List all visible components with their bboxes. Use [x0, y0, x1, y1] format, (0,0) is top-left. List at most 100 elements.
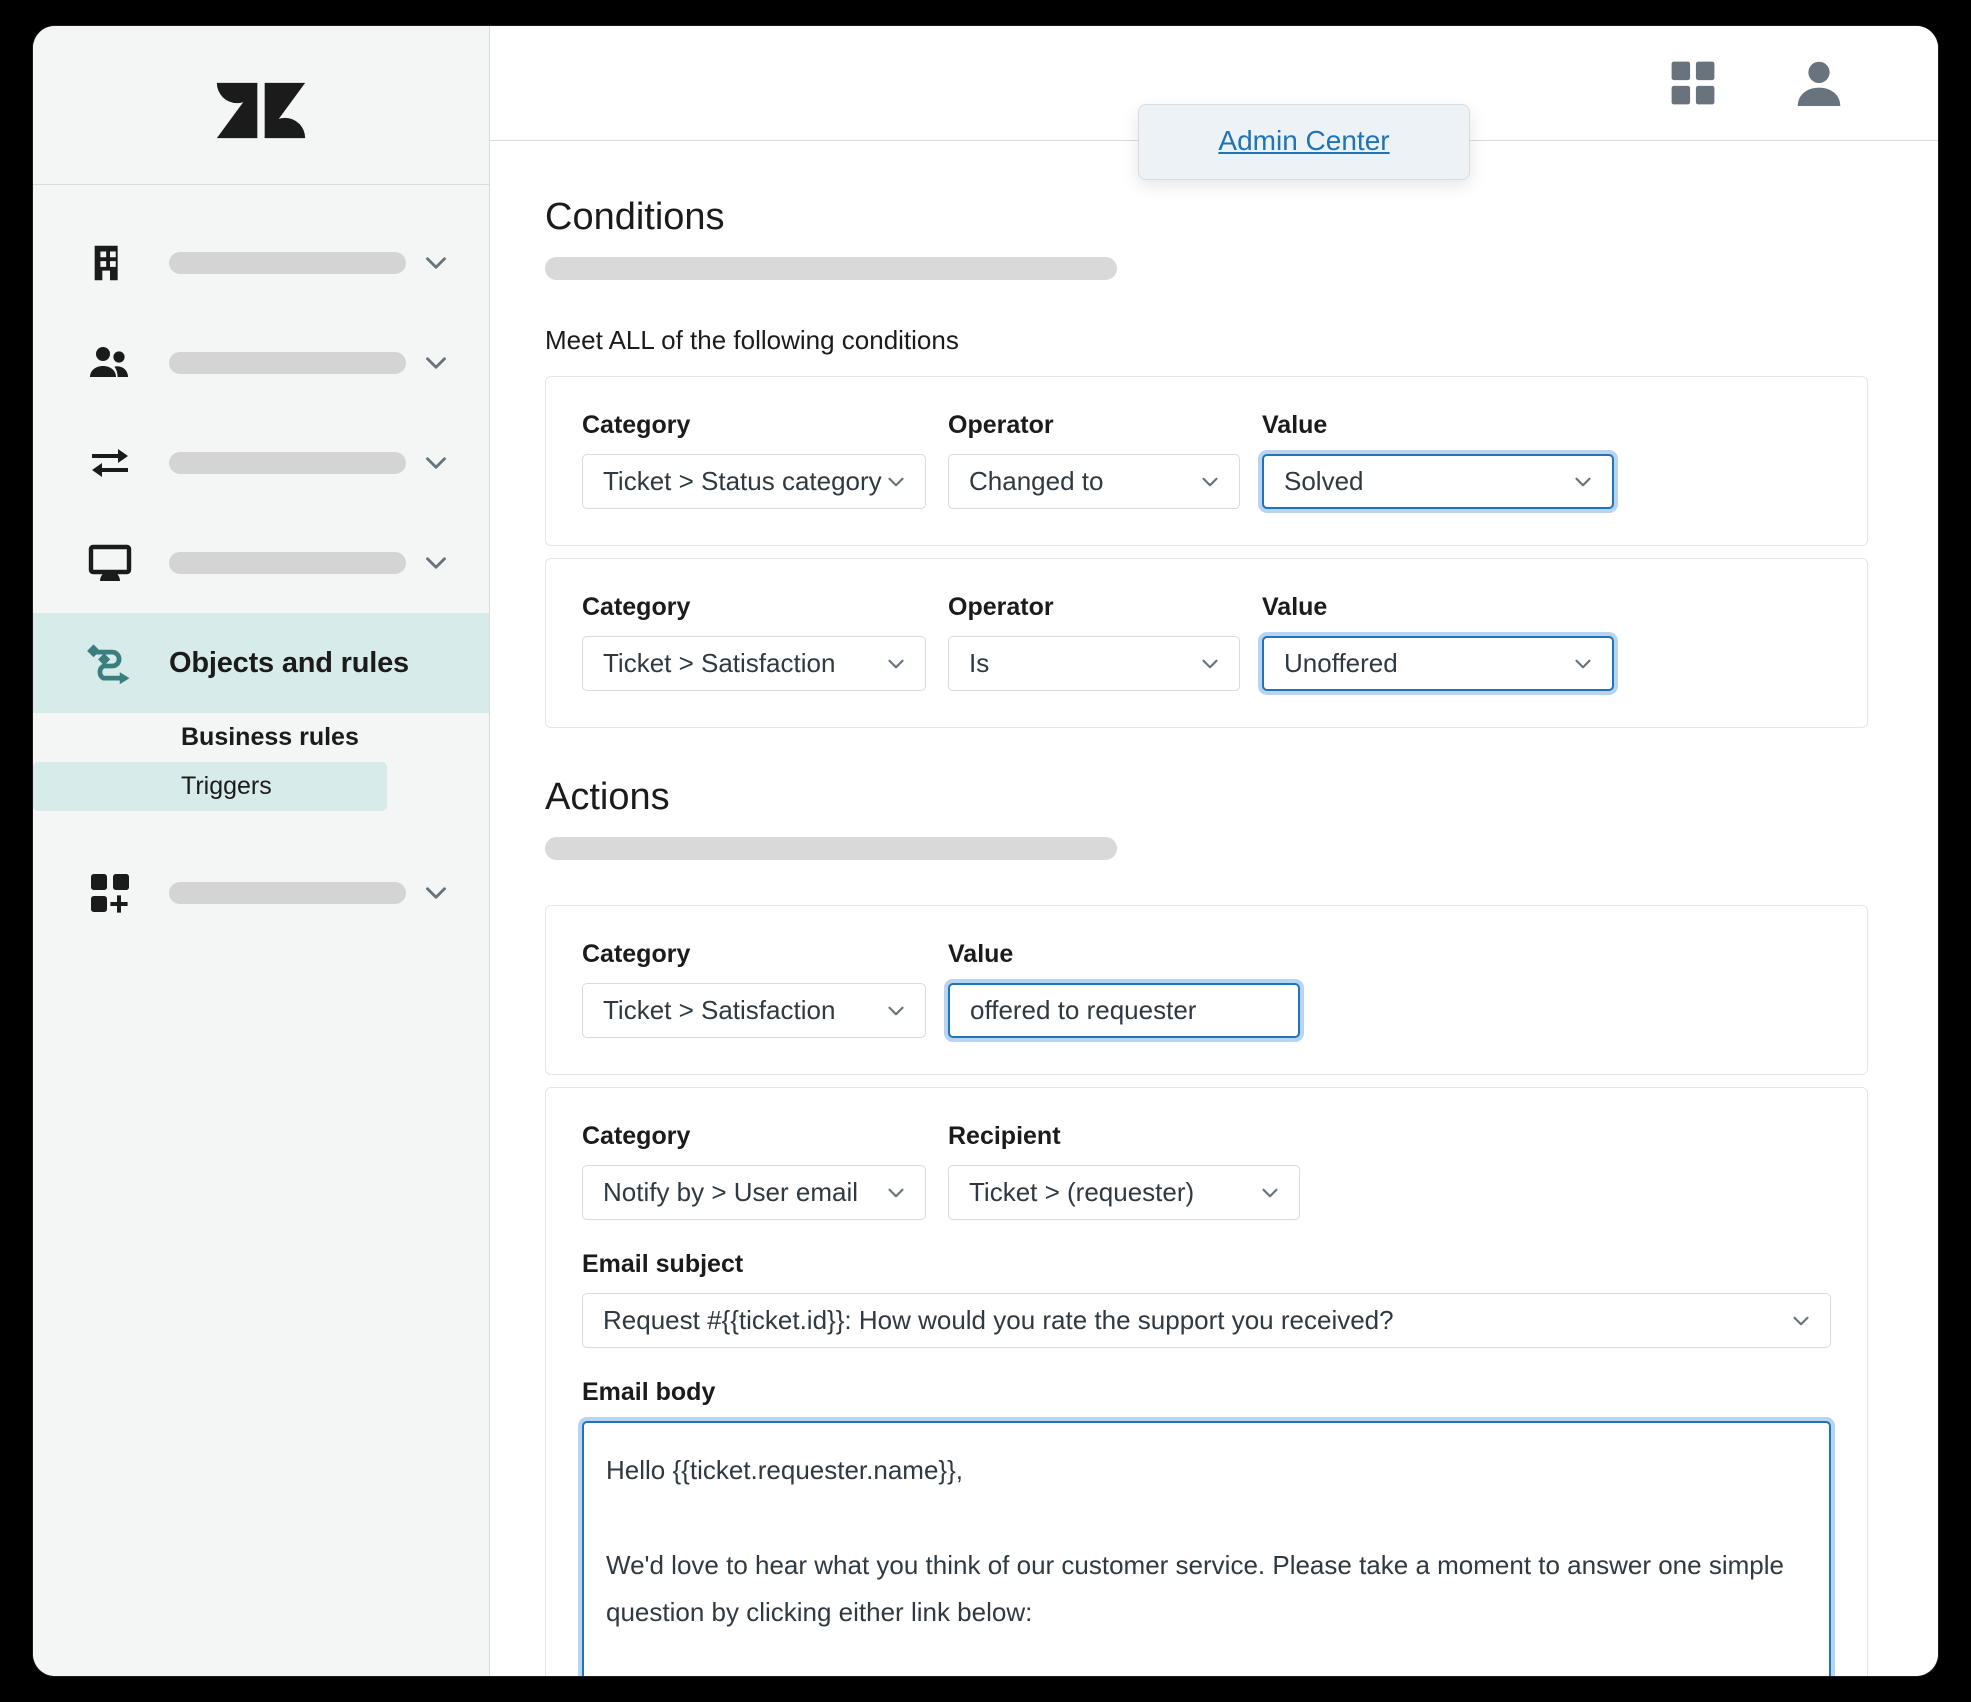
condition-row: Category Ticket > Satisfaction Operator [545, 558, 1868, 728]
apps-add-icon [81, 869, 139, 917]
meet-all-conditions-label: Meet ALL of the following conditions [545, 325, 959, 355]
admin-center-menu-item[interactable]: Admin Center [1139, 105, 1469, 179]
screenshot-root: Objects and rules Business rules Trigger… [0, 0, 1971, 1702]
condition-category-value: Ticket > Status category [603, 466, 882, 496]
monitor-icon [81, 539, 139, 587]
email-body-textarea[interactable]: Hello {{ticket.requester.name}}, We'd lo… [582, 1421, 1831, 1676]
action-row: Category Ticket > Satisfaction Value off… [545, 905, 1868, 1075]
action-category-value: Ticket > Satisfaction [603, 995, 836, 1025]
condition-value-field: Value Unoffered [1262, 593, 1614, 691]
condition-row: Category Ticket > Status category Operat… [545, 376, 1868, 546]
chevron-down-icon [883, 651, 909, 677]
condition-operator-select[interactable]: Is [948, 636, 1240, 691]
chevron-down-icon[interactable] [419, 246, 453, 280]
grid-apps-icon[interactable] [1666, 56, 1720, 110]
condition-value-value: Solved [1284, 466, 1364, 496]
chevron-down-icon[interactable] [419, 346, 453, 380]
sidebar-item-label-placeholder [169, 882, 406, 904]
notify-recipient-value: Ticket > (requester) [969, 1177, 1195, 1207]
condition-operator-field: Operator Is [948, 593, 1240, 691]
action-category-field: Category Ticket > Satisfaction [582, 940, 926, 1038]
condition-operator-field: Operator Changed to [948, 411, 1240, 509]
sidebar-item-label-placeholder [169, 252, 406, 274]
email-body-label: Email body [582, 1378, 716, 1406]
condition-category-label: Category [582, 593, 691, 621]
people-icon [81, 339, 139, 387]
condition-operator-label: Operator [948, 593, 1054, 621]
chevron-down-icon [1570, 469, 1596, 495]
chevron-down-icon [1197, 469, 1223, 495]
notify-category-value: Notify by > User email [603, 1177, 859, 1207]
sidebar-item-0[interactable] [33, 213, 489, 313]
sidebar-subitem-triggers[interactable]: Triggers [33, 762, 387, 811]
sidebar: Objects and rules Business rules Trigger… [33, 26, 490, 1676]
admin-center-popover: Admin Center [1138, 104, 1470, 180]
condition-category-field: Category Ticket > Status category [582, 411, 926, 509]
notify-recipient-select[interactable]: Ticket > (requester) [948, 1165, 1300, 1220]
actions-title: Actions [545, 776, 670, 818]
condition-value-select[interactable]: Solved [1262, 454, 1614, 509]
building-icon [81, 240, 139, 286]
admin-center-link[interactable]: Admin Center [1218, 125, 1389, 156]
notify-category-select[interactable]: Notify by > User email [582, 1165, 926, 1220]
app-window: Objects and rules Business rules Trigger… [33, 26, 1938, 1676]
zendesk-logo[interactable] [215, 59, 307, 151]
action-category-label: Category [582, 940, 691, 968]
sidebar-item-objects-and-rules[interactable]: Objects and rules [33, 613, 489, 713]
chevron-down-icon[interactable] [419, 546, 453, 580]
arrows-exchange-icon [81, 439, 139, 487]
action-row: Category Notify by > User email Recipien… [545, 1087, 1868, 1676]
condition-category-label: Category [582, 411, 691, 439]
chevron-down-icon [883, 469, 909, 495]
sidebar-item-apps[interactable] [33, 843, 489, 943]
sidebar-item-3[interactable] [33, 513, 489, 613]
content-scroll-area: Conditions Meet ALL of the following con… [490, 141, 1938, 1676]
sidebar-subitem-business-rules[interactable]: Business rules [33, 713, 453, 762]
notify-category-label: Category [582, 1122, 691, 1150]
chevron-down-icon [1257, 1180, 1283, 1206]
action-value-label: Value [948, 940, 1014, 968]
sidebar-item-label-placeholder [169, 552, 406, 574]
email-body-field: Email body Hello {{ticket.requester.name… [582, 1378, 1831, 1676]
email-subject-input[interactable]: Request #{{ticket.id}}: How would you ra… [582, 1293, 1831, 1348]
sidebar-sub-list: Business rules Triggers [33, 713, 489, 811]
sidebar-item-1[interactable] [33, 313, 489, 413]
chevron-down-icon[interactable] [419, 446, 453, 480]
action-category-select[interactable]: Ticket > Satisfaction [582, 983, 926, 1038]
chevron-down-icon [1197, 651, 1223, 677]
condition-value-select[interactable]: Unoffered [1262, 636, 1614, 691]
objects-rules-icon [81, 637, 139, 689]
user-avatar-icon[interactable] [1790, 54, 1848, 112]
condition-value-label: Value [1262, 411, 1328, 439]
condition-category-select[interactable]: Ticket > Status category [582, 454, 926, 509]
condition-value-field: Value Solved [1262, 411, 1614, 509]
action-value-input[interactable]: offered to requester [948, 983, 1300, 1038]
main-area: Admin Center Conditions Meet ALL of the … [490, 26, 1938, 1676]
notify-recipient-label: Recipient [948, 1122, 1061, 1150]
email-subject-label: Email subject [582, 1250, 744, 1278]
sidebar-item-label: Objects and rules [169, 646, 409, 679]
notify-category-field: Category Notify by > User email [582, 1122, 926, 1220]
condition-operator-value: Changed to [969, 466, 1104, 496]
chevron-down-icon [1570, 651, 1596, 677]
conditions-description-placeholder [545, 257, 1117, 280]
condition-value-value: Unoffered [1284, 648, 1398, 678]
chevron-down-icon [1788, 1308, 1814, 1334]
email-subject-value: Request #{{ticket.id}}: How would you ra… [603, 1305, 1394, 1335]
sidebar-item-label-placeholder [169, 352, 406, 374]
email-subject-field: Email subject Request #{{ticket.id}}: Ho… [582, 1250, 1831, 1348]
action-value-field: Value offered to requester [948, 940, 1300, 1038]
condition-operator-select[interactable]: Changed to [948, 454, 1240, 509]
action-value-text: offered to requester [970, 995, 1197, 1025]
condition-operator-value: Is [969, 648, 990, 678]
chevron-down-icon[interactable] [419, 876, 453, 910]
sidebar-item-label-placeholder [169, 452, 406, 474]
condition-value-label: Value [1262, 593, 1328, 621]
condition-category-field: Category Ticket > Satisfaction [582, 593, 926, 691]
sidebar-item-2[interactable] [33, 413, 489, 513]
condition-category-select[interactable]: Ticket > Satisfaction [582, 636, 926, 691]
chevron-down-icon [883, 1180, 909, 1206]
actions-description-placeholder [545, 837, 1117, 860]
logo-area [33, 26, 489, 185]
chevron-down-icon [883, 998, 909, 1024]
